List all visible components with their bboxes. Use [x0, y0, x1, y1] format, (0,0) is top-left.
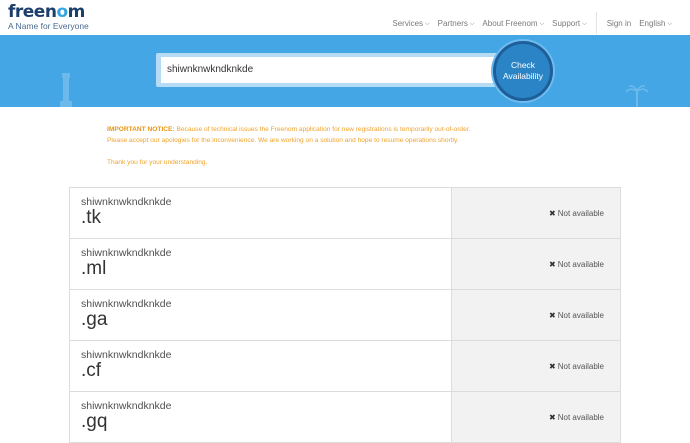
nav-about[interactable]: About Freenom ⌵ [482, 19, 544, 28]
availability-status: ✖ Not available [549, 260, 604, 269]
notice-thanks: Thank you for your understanding. [107, 159, 208, 166]
availability-status: ✖ Not available [549, 209, 604, 218]
chevron-down-icon: ⌵ [667, 20, 672, 27]
notice-line2: Please accept our apologies for the inco… [107, 137, 459, 144]
nav-signin[interactable]: Sign in [607, 19, 631, 28]
domain-name: shiwnknwkndknkde [81, 400, 172, 412]
result-domain: shiwnknwkndknkde .gq [70, 392, 452, 442]
chevron-down-icon: ⌵ [425, 20, 430, 27]
nav-support[interactable]: Support ⌵ [552, 19, 587, 28]
nav-divider [595, 12, 597, 34]
result-row: shiwnknwkndknkde .tk ✖ Not available [70, 188, 620, 239]
main-nav: Services ⌵ Partners ⌵ About Freenom ⌵ Suppo… [384, 12, 672, 34]
check-button-line2: Availability [502, 71, 543, 81]
result-status-cell: ✖ Not available [452, 341, 620, 391]
result-domain: shiwnknwkndknkde .ml [70, 239, 452, 289]
result-domain: shiwnknwkndknkde .tk [70, 188, 452, 238]
search-box [156, 53, 512, 87]
result-status-cell: ✖ Not available [452, 188, 620, 238]
close-icon: ✖ [549, 362, 556, 371]
result-row: shiwnknwkndknkde .ml ✖ Not available [70, 239, 620, 290]
search-hero: Check Availability [0, 35, 690, 107]
domain-results: shiwnknwkndknkde .tk ✖ Not available shiw… [69, 187, 621, 443]
chevron-down-icon: ⌵ [582, 20, 587, 27]
result-row: shiwnknwkndknkde .gq ✖ Not available [70, 392, 620, 443]
availability-status: ✖ Not available [549, 311, 604, 320]
nav-partners[interactable]: Partners ⌵ [438, 19, 475, 28]
result-domain: shiwnknwkndknkde .cf [70, 341, 452, 391]
check-availability-button[interactable]: Check Availability [493, 41, 553, 101]
check-button-line1: Check [510, 60, 536, 70]
domain-name: shiwnknwkndknkde [81, 196, 172, 208]
availability-status: ✖ Not available [549, 362, 604, 371]
result-row: shiwnknwkndknkde .cf ✖ Not available [70, 341, 620, 392]
chevron-down-icon: ⌵ [469, 20, 475, 27]
result-status-cell: ✖ Not available [452, 290, 620, 340]
domain-tld: .ml [81, 258, 107, 279]
nav-services[interactable]: Services ⌵ [392, 19, 429, 28]
chevron-down-icon: ⌵ [539, 20, 545, 27]
domain-name: shiwnknwkndknkde [81, 247, 172, 259]
domain-tld: .gq [81, 411, 108, 432]
domain-tld: .tk [81, 207, 102, 228]
close-icon: ✖ [549, 209, 556, 218]
notice-heading: IMPORTANT NOTICE: [107, 126, 175, 133]
nav-language[interactable]: English ⌵ [639, 19, 672, 28]
domain-name: shiwnknwkndknkde [81, 349, 172, 361]
domain-tld: .cf [81, 360, 102, 381]
domain-name: shiwnknwkndknkde [81, 298, 172, 310]
close-icon: ✖ [549, 311, 556, 320]
logo-tagline: A Name for Everyone [8, 21, 89, 31]
important-notice: IMPORTANT NOTICE: Because of technical i… [107, 124, 567, 168]
logo-wordmark: freenom [8, 2, 85, 22]
palm-tree-illustration [626, 85, 648, 107]
result-status-cell: ✖ Not available [452, 392, 620, 442]
notice-line1: IMPORTANT NOTICE: Because of technical i… [107, 126, 471, 133]
domain-search-input[interactable] [161, 57, 507, 83]
result-domain: shiwnknwkndknkde .ga [70, 290, 452, 340]
domain-tld: .ga [81, 309, 108, 330]
freenom-logo[interactable]: freenom A Name for Everyone [8, 3, 89, 31]
site-header: freenom A Name for Everyone Services ⌵ Pa… [0, 0, 690, 35]
lighthouse-illustration [60, 73, 72, 107]
result-row: shiwnknwkndknkde .ga ✖ Not available [70, 290, 620, 341]
result-status-cell: ✖ Not available [452, 239, 620, 289]
close-icon: ✖ [549, 260, 556, 269]
